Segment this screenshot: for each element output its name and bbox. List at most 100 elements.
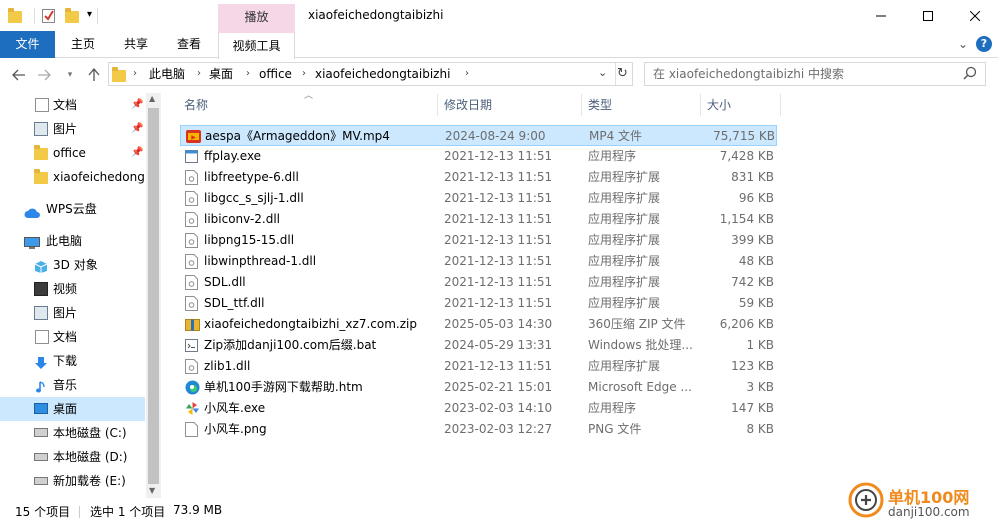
breadcrumb-current[interactable]: xiaofeichedongtaibizhi bbox=[315, 63, 450, 85]
breadcrumb-office[interactable]: office bbox=[259, 63, 292, 85]
file-row[interactable]: libfreetype-6.dll 2021-12-13 11:51 应用程序扩展 8… bbox=[180, 167, 777, 188]
column-header-date[interactable]: 修改日期 bbox=[444, 90, 574, 120]
scroll-up-icon[interactable]: ▲ bbox=[149, 94, 155, 103]
column-header-type[interactable]: 类型 bbox=[588, 90, 698, 120]
column-header-name[interactable]: 名称 bbox=[184, 90, 434, 120]
tab-video-tools[interactable]: 视频工具 bbox=[218, 31, 295, 59]
file-date: 2021-12-13 11:51 bbox=[444, 275, 553, 289]
folder-icon bbox=[34, 145, 48, 160]
sidebar-item-3d-objects[interactable]: 3D 对象 bbox=[0, 253, 145, 277]
tab-view[interactable]: 查看 bbox=[166, 31, 212, 58]
file-row[interactable]: libgcc_s_sjlj-1.dll 2021-12-13 11:51 应用程序扩… bbox=[180, 188, 777, 209]
up-icon[interactable] bbox=[84, 65, 104, 85]
sidebar-item-music[interactable]: 音乐 bbox=[0, 373, 145, 397]
close-icon[interactable] bbox=[952, 0, 998, 31]
file-row[interactable]: 单机100手游网下载帮助.htm 2025-02-21 15:01 Microsof… bbox=[180, 377, 777, 398]
chevron-right-icon[interactable]: › bbox=[302, 63, 306, 85]
selected-count: 选中 1 个项目 bbox=[90, 505, 166, 519]
download-icon bbox=[34, 354, 48, 369]
sidebar-item-drive-c[interactable]: 本地磁盘 (C:) bbox=[0, 421, 145, 445]
minimize-icon[interactable] bbox=[858, 0, 904, 31]
file-row[interactable]: libiconv-2.dll 2021-12-13 11:51 应用程序扩展 1,15… bbox=[180, 209, 777, 230]
properties-icon[interactable] bbox=[42, 7, 56, 24]
music-icon bbox=[34, 378, 48, 393]
contextual-tab-play[interactable]: 播放 bbox=[218, 4, 295, 31]
folder-icon bbox=[112, 66, 126, 82]
file-size: 96 KB bbox=[738, 191, 774, 205]
video-icon bbox=[34, 282, 48, 296]
sidebar-item-xiaofeichedongtaibizhi[interactable]: xiaofeichedongtaibizhi bbox=[0, 165, 145, 189]
file-name: aespa《Armageddon》MV.mp4 bbox=[205, 129, 390, 143]
file-row[interactable]: SDL.dll 2021-12-13 11:51 应用程序扩展 742 KB bbox=[180, 272, 777, 293]
sidebar-item-pictures[interactable]: 图片 📌 bbox=[0, 117, 145, 141]
file-size: 1,154 KB bbox=[719, 212, 774, 226]
file-name: 单机100手游网下载帮助.htm bbox=[204, 380, 363, 394]
file-row[interactable]: ffplay.exe 2021-12-13 11:51 应用程序 7,428 KB bbox=[180, 146, 777, 167]
file-name: zlib1.dll bbox=[204, 359, 251, 373]
search-box[interactable]: 在 xiaofeichedongtaibizhi 中搜索 bbox=[644, 62, 986, 86]
chevron-right-icon[interactable]: › bbox=[197, 63, 201, 85]
sidebar-item-drive-e[interactable]: 新加载卷 (E:) bbox=[0, 469, 145, 493]
scroll-down-icon[interactable]: ▼ bbox=[149, 486, 155, 495]
file-size: 123 KB bbox=[731, 359, 774, 373]
file-row[interactable]: libwinpthread-1.dll 2021-12-13 11:51 应用程序扩… bbox=[180, 251, 777, 272]
file-row[interactable]: xiaofeichedongtaibizhi_xz7.com.zip 2025-0… bbox=[180, 314, 777, 335]
file-row[interactable]: libpng15-15.dll 2021-12-13 11:51 应用程序扩展 399… bbox=[180, 230, 777, 251]
back-icon[interactable] bbox=[9, 65, 29, 85]
navigation-pane: 文档 📌 图片 📌 office 📌 xiaofeichedongtaibizh… bbox=[0, 90, 163, 500]
file-row[interactable]: ▶ aespa《Armageddon》MV.mp4 2024-08-24 9:00 M… bbox=[180, 125, 777, 146]
exe-icon bbox=[185, 149, 198, 164]
pin-icon: 📌 bbox=[131, 147, 144, 158]
expand-ribbon-icon[interactable]: ⌄ bbox=[958, 37, 968, 51]
sidebar-item-video[interactable]: 视频 bbox=[0, 277, 145, 301]
breadcrumb-desktop[interactable]: 桌面 bbox=[209, 63, 233, 85]
tab-share[interactable]: 共享 bbox=[113, 31, 159, 58]
new-folder-icon[interactable] bbox=[65, 7, 79, 24]
maximize-icon[interactable] bbox=[905, 0, 951, 31]
dll-icon bbox=[185, 212, 198, 227]
sidebar-item-downloads[interactable]: 下载 bbox=[0, 349, 145, 373]
tab-file[interactable]: 文件 bbox=[0, 31, 55, 58]
address-dropdown-icon[interactable]: ⌄ bbox=[598, 66, 607, 79]
pin-icon: 📌 bbox=[131, 123, 144, 134]
sidebar-item-desktop[interactable]: 桌面 bbox=[0, 397, 145, 421]
refresh-icon[interactable]: ↻ bbox=[617, 66, 628, 81]
sidebar-item-drive-d[interactable]: 本地磁盘 (D:) bbox=[0, 445, 145, 469]
file-row[interactable]: 小风车.exe 2023-02-03 14:10 应用程序 147 KB bbox=[180, 398, 777, 419]
dll-icon bbox=[185, 296, 198, 311]
zip-icon bbox=[185, 317, 200, 332]
file-row[interactable]: 小风车.png 2023-02-03 12:27 PNG 文件 8 KB bbox=[180, 419, 777, 440]
file-row[interactable]: zlib1.dll 2021-12-13 11:51 应用程序扩展 123 KB bbox=[180, 356, 777, 377]
file-size: 831 KB bbox=[731, 170, 774, 184]
sidebar-item-pictures-pc[interactable]: 图片 bbox=[0, 301, 145, 325]
sidebar-item-documents[interactable]: 文档 📌 bbox=[0, 93, 145, 117]
sidebar-item-documents-pc[interactable]: 文档 bbox=[0, 325, 145, 349]
chevron-right-icon[interactable]: › bbox=[246, 63, 250, 85]
address-bar[interactable]: › 此电脑 › 桌面 › office › xiaofeichedongtaib… bbox=[108, 62, 633, 86]
column-header-size[interactable]: 大小 bbox=[707, 90, 777, 120]
drive-icon bbox=[34, 477, 48, 485]
search-input[interactable]: 在 xiaofeichedongtaibizhi 中搜索 bbox=[653, 63, 844, 85]
chevron-right-icon[interactable]: › bbox=[133, 63, 137, 85]
dll-icon bbox=[185, 233, 198, 248]
chevron-right-icon[interactable]: › bbox=[465, 63, 469, 85]
dll-icon bbox=[185, 359, 198, 374]
sidebar-item-this-pc[interactable]: 此电脑 bbox=[0, 229, 145, 253]
file-name: libfreetype-6.dll bbox=[204, 170, 299, 184]
recent-locations-icon[interactable]: ▾ bbox=[60, 65, 80, 85]
chevron-down-icon[interactable]: ▾ bbox=[87, 9, 92, 20]
file-row[interactable]: SDL_ttf.dll 2021-12-13 11:51 应用程序扩展 59 KB bbox=[180, 293, 777, 314]
tab-home[interactable]: 主页 bbox=[60, 31, 106, 58]
sidebar-scroll-thumb[interactable] bbox=[148, 108, 159, 484]
file-row[interactable]: Zip添加danji100.com后缀.bat 2024-05-29 13:31 W… bbox=[180, 335, 777, 356]
folder-icon bbox=[34, 169, 48, 184]
sidebar-item-office[interactable]: office 📌 bbox=[0, 141, 145, 165]
file-name: 小风车.exe bbox=[204, 401, 266, 415]
drive-icon bbox=[34, 453, 48, 461]
forward-icon[interactable] bbox=[34, 65, 54, 85]
sidebar-item-wps-cloud[interactable]: WPS云盘 bbox=[0, 197, 145, 221]
search-icon[interactable] bbox=[963, 66, 977, 83]
breadcrumb-this-pc[interactable]: 此电脑 bbox=[149, 63, 185, 85]
folder-icon bbox=[8, 7, 22, 24]
help-icon[interactable]: ? bbox=[976, 36, 992, 52]
